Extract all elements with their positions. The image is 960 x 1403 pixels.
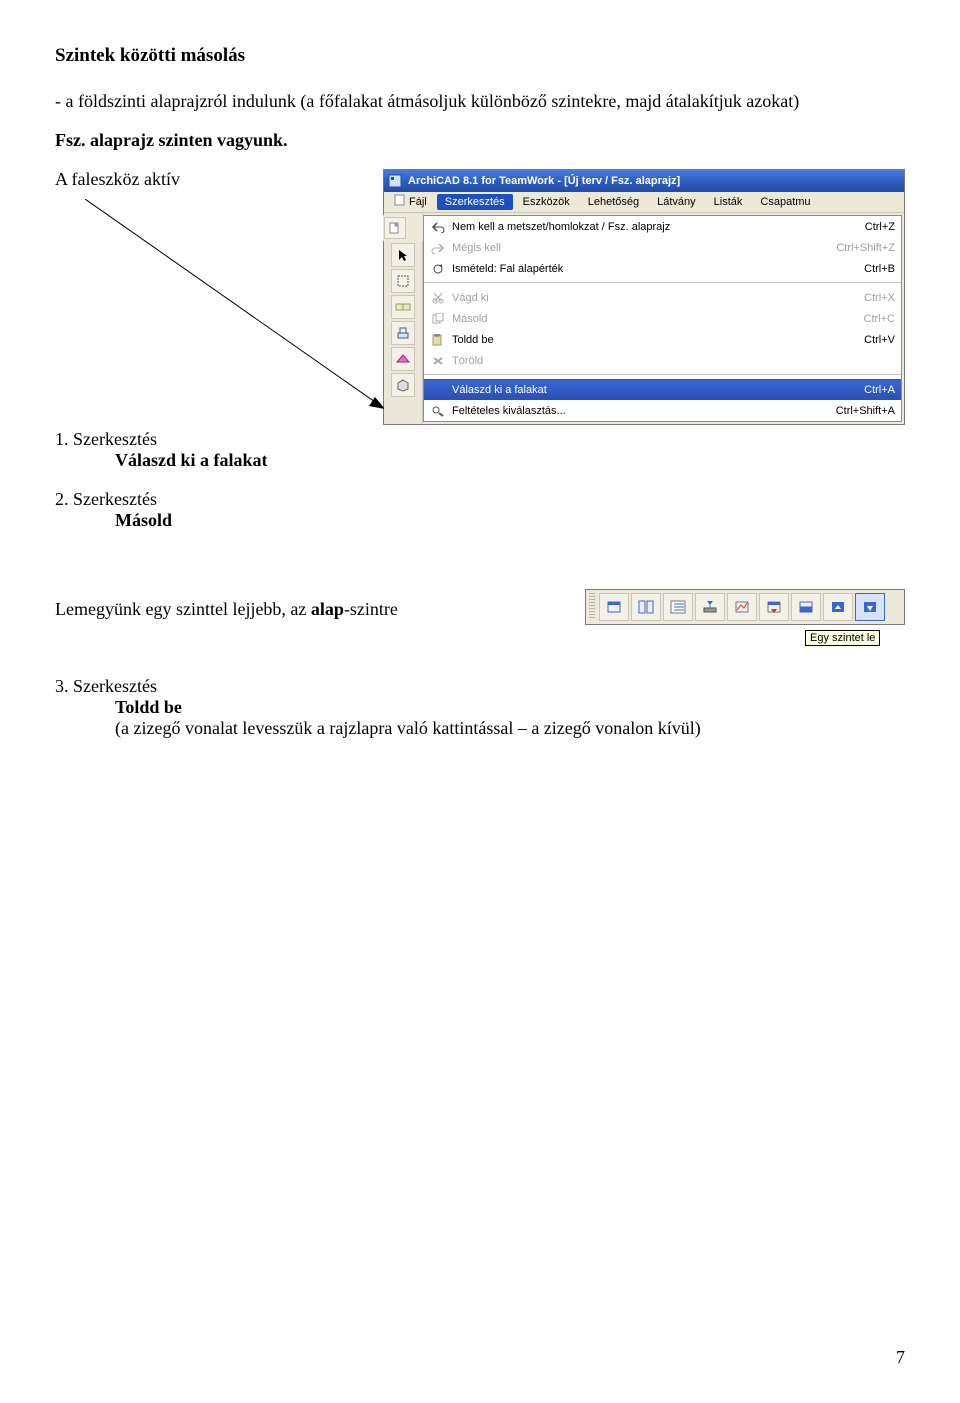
tooltip: Egy szintet le <box>805 630 880 646</box>
lower-bold: alap <box>311 599 344 619</box>
menu-redo[interactable]: Mégis kell Ctrl+Shift+Z <box>424 237 901 258</box>
menu-csapat[interactable]: Csapatmu <box>752 194 818 210</box>
story-btn-7[interactable] <box>791 593 821 621</box>
menu-copy-label: Másold <box>452 312 848 326</box>
menu-separator-1 <box>424 282 901 284</box>
arrow-pointer-icon <box>85 199 395 419</box>
delete-icon <box>430 353 446 369</box>
page-number: 7 <box>896 1347 905 1368</box>
menubar: Fájl Szerkesztés Eszközök Lehetőség Látv… <box>384 192 904 213</box>
story-btn-6[interactable] <box>759 593 789 621</box>
lower-line: Lemegyünk egy szinttel lejjebb, az alap-… <box>55 599 565 620</box>
menu-undo[interactable]: Nem kell a metszet/homlokzat / Fsz. alap… <box>424 216 901 237</box>
menu-cut-sc: Ctrl+X <box>864 291 895 305</box>
step1-sub: Válaszd ki a falakat <box>115 450 363 471</box>
select-icon <box>430 382 446 398</box>
menu-paste-label: Toldd be <box>452 333 848 347</box>
lower-post: -szintre <box>344 599 398 619</box>
story-btn-3[interactable] <box>663 593 693 621</box>
menu-eszkozok[interactable]: Eszközök <box>515 194 578 210</box>
story-btn-8[interactable] <box>823 593 853 621</box>
fsz-bold: Fsz. alaprajz szinten vagyunk. <box>55 130 288 150</box>
story-down-button[interactable] <box>855 593 885 621</box>
menu-redo-sc: Ctrl+Shift+Z <box>836 241 895 255</box>
redo-icon <box>430 240 446 256</box>
menu-undo-sc: Ctrl+Z <box>865 220 895 234</box>
page-title: Szintek közötti másolás <box>55 45 905 67</box>
tool-palette <box>384 213 423 424</box>
tool-arrow[interactable] <box>391 243 415 267</box>
menu-repeat-label: Ismételd: Fal alapérték <box>452 262 848 276</box>
menu-select-walls[interactable]: Válaszd ki a falakat Ctrl+A <box>424 379 901 400</box>
window-title: ArchiCAD 8.1 for TeamWork - [Új terv / F… <box>408 174 680 188</box>
app-icon <box>388 174 402 188</box>
menu-delete[interactable]: Töröld <box>424 350 901 371</box>
repeat-icon <box>430 261 446 277</box>
cut-icon <box>430 290 446 306</box>
menu-latvany[interactable]: Látvány <box>649 194 704 210</box>
faleszkoz-label: A faleszköz aktív <box>55 169 180 190</box>
menu-szerkesztes[interactable]: Szerkesztés <box>437 194 513 210</box>
menu-conditional-select[interactable]: Feltételes kiválasztás... Ctrl+Shift+A <box>424 400 901 421</box>
archicad-window: ArchiCAD 8.1 for TeamWork - [Új terv / F… <box>383 169 905 425</box>
menu-lehetoseg[interactable]: Lehetőség <box>580 194 647 210</box>
tool-column[interactable] <box>391 373 415 397</box>
tool-wall[interactable] <box>391 295 415 319</box>
menu-cut-label: Vágd ki <box>452 291 848 305</box>
menu-cut[interactable]: Vágd ki Ctrl+X <box>424 287 901 308</box>
undo-icon <box>430 219 446 235</box>
menu-copy[interactable]: Másold Ctrl+C <box>424 308 901 329</box>
step2-sub: Másold <box>115 510 363 531</box>
find-icon <box>430 403 446 419</box>
menu-repeat[interactable]: Ismételd: Fal alapérték Ctrl+B <box>424 258 901 279</box>
tool-marquee[interactable] <box>391 269 415 293</box>
menu-listak[interactable]: Listák <box>706 194 751 210</box>
menu-conditional-sc: Ctrl+Shift+A <box>836 404 895 418</box>
lower-pre: Lemegyünk egy szinttel lejjebb, az <box>55 599 311 619</box>
story-btn-2[interactable] <box>631 593 661 621</box>
story-toolbar: Egy szintet le <box>585 589 905 646</box>
menu-paste-sc: Ctrl+V <box>864 333 895 347</box>
doc-icon <box>394 194 406 210</box>
story-btn-5[interactable] <box>727 593 757 621</box>
copy-icon <box>430 311 446 327</box>
step3-sub: Toldd be <box>115 697 905 718</box>
menu-select-walls-label: Válaszd ki a falakat <box>452 383 848 397</box>
menu-undo-label: Nem kell a metszet/homlokzat / Fsz. alap… <box>452 220 849 234</box>
tool-roof[interactable] <box>391 347 415 371</box>
menu-separator-2 <box>424 374 901 376</box>
new-doc-button[interactable] <box>384 217 406 239</box>
edit-dropdown: Nem kell a metszet/homlokzat / Fsz. alap… <box>423 215 902 422</box>
paste-icon <box>430 332 446 348</box>
titlebar: ArchiCAD 8.1 for TeamWork - [Új terv / F… <box>384 170 904 192</box>
step3-note: (a zizegő vonalat levesszük a rajzlapra … <box>115 718 905 739</box>
menu-conditional-label: Feltételes kiválasztás... <box>452 404 820 418</box>
step1-head: 1. Szerkesztés <box>55 429 363 450</box>
menu-paste[interactable]: Toldd be Ctrl+V <box>424 329 901 350</box>
story-btn-4[interactable] <box>695 593 725 621</box>
menu-fajl-label: Fájl <box>409 195 427 209</box>
intro-paragraph: - a földszinti alaprajzról indulunk (a f… <box>55 91 905 112</box>
story-btn-1[interactable] <box>599 593 629 621</box>
menu-select-walls-sc: Ctrl+A <box>864 383 895 397</box>
menu-repeat-sc: Ctrl+B <box>864 262 895 276</box>
toolbar-grip-icon <box>589 593 595 619</box>
step3-head: 3. Szerkesztés <box>55 676 905 697</box>
menu-redo-label: Mégis kell <box>452 241 820 255</box>
tool-object[interactable] <box>391 321 415 345</box>
step2-head: 2. Szerkesztés <box>55 489 363 510</box>
menu-copy-sc: Ctrl+C <box>864 312 895 326</box>
menu-delete-label: Töröld <box>452 354 895 368</box>
fsz-line: Fsz. alaprajz szinten vagyunk. <box>55 130 905 151</box>
